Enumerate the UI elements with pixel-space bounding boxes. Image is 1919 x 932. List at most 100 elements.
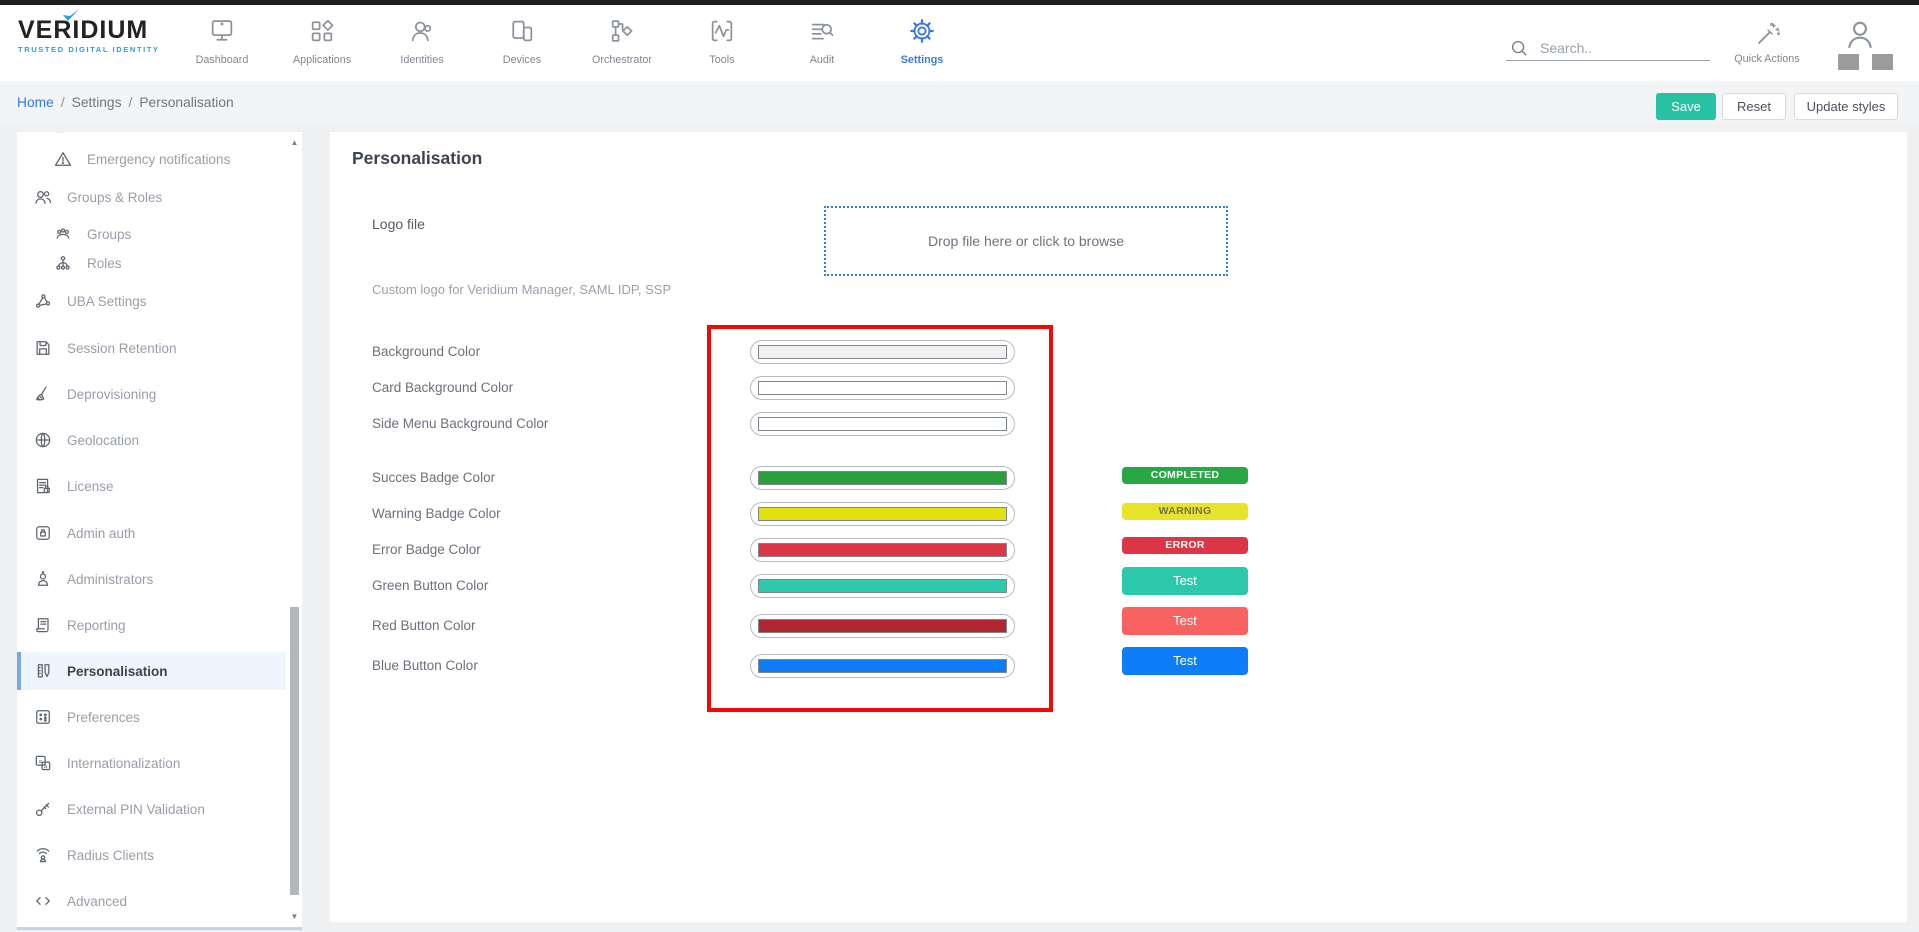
nav-item-identities[interactable]: Identities: [372, 5, 472, 81]
sidebar-item-preferences[interactable]: Preferences: [17, 698, 286, 736]
warning-triangle-icon: [53, 149, 73, 169]
color-input-error-badge[interactable]: [750, 538, 1015, 562]
nav-item-audit[interactable]: Audit: [772, 5, 872, 81]
nav-item-devices[interactable]: Devices: [472, 5, 572, 81]
nav-label: Identities: [372, 54, 472, 66]
sidebar-item-personalisation[interactable]: Personalisation: [17, 652, 286, 690]
user-icon: [1843, 17, 1877, 53]
sidebar-item-roles[interactable]: Roles: [17, 244, 286, 282]
sidebar-item-label: External PIN Validation: [67, 802, 205, 817]
sidebar-item-admin-auth[interactable]: Admin auth: [17, 514, 286, 552]
global-search: [1506, 35, 1710, 61]
app-root: VERIDIUM TRUSTED DIGITAL IDENTITY Dashbo…: [0, 0, 1919, 932]
color-input-red-button[interactable]: [750, 614, 1015, 638]
ruler-pen-icon: [33, 661, 53, 681]
color-input-blue-button[interactable]: [750, 654, 1015, 678]
sidebar-item-label: Emergency notifications: [87, 152, 230, 167]
logo-file-hint: Custom logo for Veridium Manager, SAML I…: [372, 282, 671, 297]
color-swatch: [758, 579, 1007, 593]
sidebar-item-internationalization[interactable]: aA Internationalization: [17, 744, 286, 782]
logo-dropzone[interactable]: Drop file here or click to browse: [824, 206, 1228, 276]
sidebar-item-emergency-notifications[interactable]: Emergency notifications: [17, 140, 286, 178]
sidebar-item-external-pin-validation[interactable]: External PIN Validation: [17, 790, 286, 828]
nav-label: Dashboard: [172, 54, 272, 66]
sidebar-item-uba-settings[interactable]: UBA Settings: [17, 282, 286, 320]
floppy-disk-icon: [33, 338, 53, 358]
preview-green-test-button[interactable]: Test: [1122, 567, 1248, 595]
magic-wand-icon: [1754, 21, 1781, 48]
preview-blue-test-button[interactable]: Test: [1122, 647, 1248, 675]
sidebar-item-geolocation[interactable]: Geolocation: [17, 421, 286, 459]
sidebar-item-groups-roles[interactable]: Groups & Roles: [17, 178, 286, 216]
sidebar-item-label: Personalisation: [67, 664, 168, 679]
nav-item-settings[interactable]: Settings: [872, 5, 972, 81]
sidebar-item-reporting[interactable]: Reporting: [17, 606, 286, 644]
nav-item-applications[interactable]: Applications: [272, 5, 372, 81]
breadcrumb-separator: /: [129, 95, 133, 110]
nav-item-orchestrator[interactable]: Orchestrator: [572, 5, 672, 81]
color-input-side-menu-background[interactable]: [750, 412, 1015, 436]
save-button[interactable]: Save: [1656, 93, 1716, 120]
scroll-down-arrow[interactable]: ▼: [288, 910, 301, 924]
person-badge-icon: [408, 17, 436, 45]
sidebar-item-deprovisioning[interactable]: Deprovisioning: [17, 375, 286, 413]
color-input-green-button[interactable]: [750, 574, 1015, 598]
preview-badge-error: ERROR: [1122, 537, 1248, 554]
color-swatch: [758, 543, 1007, 557]
breadcrumb-home[interactable]: Home: [17, 95, 54, 110]
color-input-card-background[interactable]: [750, 376, 1015, 400]
search-input[interactable]: [1506, 35, 1710, 61]
lock-square-icon: [33, 523, 53, 543]
sidebar-item-radius-clients[interactable]: Radius Clients: [17, 836, 286, 874]
brand-name: VERIDIUM: [18, 17, 168, 43]
sidebar-item-label: Admin auth: [67, 526, 135, 541]
color-input-background[interactable]: [750, 340, 1015, 364]
nav-item-tools[interactable]: Tools: [672, 5, 772, 81]
main-nav: Dashboard Applications Identities Device…: [172, 5, 972, 81]
nav-label: Settings: [872, 54, 972, 66]
sidebar-item-label: Radius Clients: [67, 848, 154, 863]
sidebar-item-label: Preferences: [67, 710, 140, 725]
reset-button[interactable]: Reset: [1722, 93, 1786, 120]
gear-icon: [908, 17, 936, 45]
svg-text:A: A: [44, 764, 48, 770]
brand-check-icon: [61, 8, 81, 24]
translate-icon: aA: [33, 753, 53, 773]
color-swatch: [758, 417, 1007, 431]
pulse-icon: [708, 17, 736, 45]
nav-label: Orchestrator: [572, 54, 672, 66]
brand-tagline: TRUSTED DIGITAL IDENTITY: [18, 45, 168, 54]
scroll-up-arrow[interactable]: ▲: [288, 136, 301, 150]
sidebar-item-label: License: [67, 479, 114, 494]
quick-actions-button[interactable]: Quick Actions: [1731, 21, 1803, 65]
update-styles-button[interactable]: Update styles: [1794, 93, 1898, 120]
sidebar-item-label: Internationalization: [67, 756, 180, 771]
preview-red-test-button[interactable]: Test: [1122, 607, 1248, 635]
sidebar-item-label: Groups: [87, 227, 131, 242]
brand-logo[interactable]: VERIDIUM TRUSTED DIGITAL IDENTITY: [18, 17, 168, 54]
user-avatar[interactable]: [1843, 17, 1877, 53]
sidebar-item-session-retention[interactable]: Session Retention: [17, 329, 286, 367]
sidebar-item-advanced[interactable]: Advanced: [17, 882, 286, 920]
color-swatch: [758, 471, 1007, 485]
sidebar-item-label: Session Retention: [67, 341, 177, 356]
key-icon: [33, 799, 53, 819]
sidebar-item-label: Administrators: [67, 572, 153, 587]
quick-actions-label: Quick Actions: [1731, 53, 1803, 65]
scrollbar-thumb[interactable]: [290, 607, 299, 895]
dropzone-text: Drop file here or click to browse: [928, 233, 1124, 249]
broom-icon: [33, 384, 53, 404]
field-label-blue-button-color: Blue Button Color: [372, 654, 478, 678]
nav-label: Tools: [672, 54, 772, 66]
sidebar-item-label: Advanced: [67, 894, 127, 909]
color-input-warning-badge[interactable]: [750, 502, 1015, 526]
field-label-background-color: Background Color: [372, 340, 480, 364]
nav-item-dashboard[interactable]: Dashboard: [172, 5, 272, 81]
sidebar-item-administrators[interactable]: Administrators: [17, 560, 286, 598]
breadcrumb-settings[interactable]: Settings: [72, 95, 122, 110]
decoration-square-right: [1872, 54, 1893, 70]
sidebar-item-license[interactable]: License: [17, 467, 286, 505]
document-lock-icon: [33, 476, 53, 496]
color-input-success-badge[interactable]: [750, 466, 1015, 490]
field-label-side-menu-background-color: Side Menu Background Color: [372, 412, 548, 436]
